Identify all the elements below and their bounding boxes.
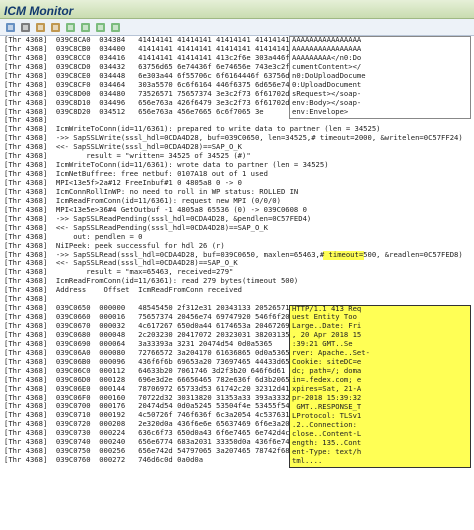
- trace-log[interactable]: [Thr 4368] 039C8CA0 034384 41414141 4141…: [0, 36, 474, 530]
- scroll-down-icon[interactable]: [93, 21, 107, 33]
- scroll-bottom-icon[interactable]: [108, 21, 122, 33]
- print-icon[interactable]: [18, 21, 32, 33]
- scroll-up-icon[interactable]: [78, 21, 92, 33]
- window-title-bar: ICM Monitor: [0, 0, 474, 19]
- toolbar: [0, 19, 474, 36]
- find-icon[interactable]: [33, 21, 47, 33]
- save-icon[interactable]: [3, 21, 17, 33]
- find-next-icon[interactable]: [48, 21, 62, 33]
- ascii-dump-line: env:Envelope>: [292, 106, 349, 116]
- window-title: ICM Monitor: [4, 4, 74, 18]
- ascii-dump-line: tml....: [292, 455, 323, 465]
- log-line: [Thr 4368] Address Offset IcmReadFromCon…: [4, 285, 242, 295]
- scroll-top-icon[interactable]: [63, 21, 77, 33]
